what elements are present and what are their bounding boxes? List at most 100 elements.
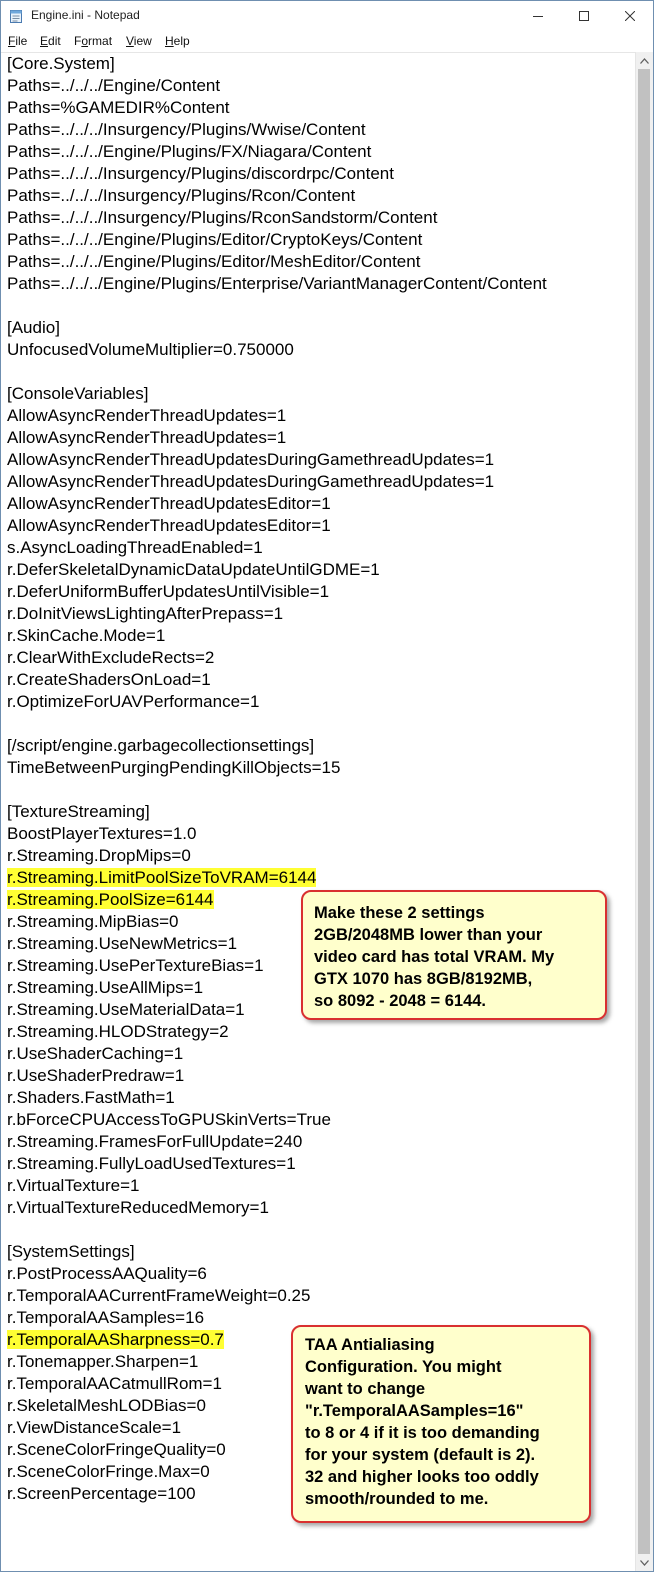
text-line-content: AllowAsyncRenderThreadUpdatesDuringGamet…: [7, 450, 495, 469]
title-bar[interactable]: Engine.ini - Notepad: [1, 1, 653, 31]
text-line[interactable]: r.VirtualTextureReducedMemory=1: [7, 1197, 547, 1219]
text-line[interactable]: [7, 295, 547, 317]
scroll-down-arrow-icon: [640, 1559, 649, 1566]
text-line-content: TimeBetweenPurgingPendingKillObjects=15: [7, 758, 341, 777]
text-line[interactable]: [Core.System]: [7, 53, 547, 75]
menu-help-label: elp: [173, 34, 190, 48]
text-line[interactable]: Paths=../../../Insurgency/Plugins/RconSa…: [7, 207, 547, 229]
text-line[interactable]: [ConsoleVariables]: [7, 383, 547, 405]
text-line-content: r.bForceCPUAccessToGPUSkinVerts=True: [7, 1110, 331, 1129]
text-line[interactable]: Paths=../../../Engine/Plugins/FX/Niagara…: [7, 141, 547, 163]
text-line-content: r.UseShaderPredraw=1: [7, 1066, 185, 1085]
text-line[interactable]: r.VirtualTexture=1: [7, 1175, 547, 1197]
text-line[interactable]: r.Streaming.LimitPoolSizeToVRAM=6144: [7, 867, 547, 889]
close-button[interactable]: [607, 1, 653, 31]
text-line-content: [/script/engine.garbagecollectionsetting…: [7, 736, 315, 755]
editor-text[interactable]: [Core.System] Paths=../../../Engine/Conte…: [7, 53, 547, 1505]
text-line-content: r.Streaming.HLODStrategy=2: [7, 1022, 229, 1041]
text-line[interactable]: Paths=../../../Insurgency/Plugins/discor…: [7, 163, 547, 185]
scrollbar-thumb[interactable]: [638, 69, 650, 1554]
menu-help[interactable]: Help: [165, 34, 190, 48]
text-line-content: Paths=../../../Insurgency/Plugins/Rcon/C…: [7, 186, 356, 205]
menu-view-accelerator: V: [126, 34, 134, 48]
text-line-content: Paths=../../../Engine/Plugins/Editor/Cry…: [7, 230, 423, 249]
text-line[interactable]: AllowAsyncRenderThreadUpdatesEditor=1: [7, 493, 547, 515]
text-line[interactable]: Paths=%GAMEDIR%Content: [7, 97, 547, 119]
scroll-down-button[interactable]: [636, 1554, 653, 1571]
menu-view[interactable]: View: [126, 34, 152, 48]
text-line[interactable]: [7, 779, 547, 801]
text-line[interactable]: [SystemSettings]: [7, 1241, 547, 1263]
text-line[interactable]: BoostPlayerTextures=1.0: [7, 823, 547, 845]
menu-file[interactable]: File: [8, 34, 27, 48]
text-line[interactable]: Paths=../../../Engine/Content: [7, 75, 547, 97]
text-line[interactable]: r.Streaming.FullyLoadUsedTextures=1: [7, 1153, 547, 1175]
menu-format[interactable]: Format: [74, 34, 112, 48]
text-line[interactable]: AllowAsyncRenderThreadUpdates=1: [7, 405, 547, 427]
text-line[interactable]: r.Shaders.FastMath=1: [7, 1087, 547, 1109]
callout-text-line: video card has total VRAM. My: [314, 948, 555, 966]
menu-edit[interactable]: Edit: [40, 34, 61, 48]
text-line[interactable]: r.DeferUniformBufferUpdatesUntilVisible=…: [7, 581, 547, 603]
text-line-content: r.TemporalAACurrentFrameWeight=0.25: [7, 1286, 311, 1305]
text-line-content: UnfocusedVolumeMultiplier=0.750000: [7, 340, 294, 359]
text-line[interactable]: r.DeferSkeletalDynamicDataUpdateUntilGDM…: [7, 559, 547, 581]
text-line[interactable]: [TextureStreaming]: [7, 801, 547, 823]
text-line-content: Paths=../../../Engine/Plugins/Enterprise…: [7, 274, 547, 293]
text-line[interactable]: r.DoInitViewsLightingAfterPrepass=1: [7, 603, 547, 625]
text-line[interactable]: AllowAsyncRenderThreadUpdatesEditor=1: [7, 515, 547, 537]
text-line[interactable]: Paths=../../../Engine/Plugins/Editor/Mes…: [7, 251, 547, 273]
text-line-content: r.VirtualTexture=1: [7, 1176, 140, 1195]
text-line[interactable]: r.SkinCache.Mode=1: [7, 625, 547, 647]
text-line[interactable]: TimeBetweenPurgingPendingKillObjects=15: [7, 757, 547, 779]
callout-text-line: 32 and higher looks too oddly: [305, 1468, 539, 1486]
text-line-content: r.DeferUniformBufferUpdatesUntilVisible=…: [7, 582, 330, 601]
callout-text-line: so 8092 - 2048 = 6144.: [314, 992, 487, 1010]
text-line-content: r.Streaming.UseMaterialData=1: [7, 1000, 245, 1019]
text-line[interactable]: r.UseShaderPredraw=1: [7, 1065, 547, 1087]
text-line[interactable]: r.Streaming.HLODStrategy=2: [7, 1021, 547, 1043]
text-line-content: Paths=%GAMEDIR%Content: [7, 98, 230, 117]
text-line[interactable]: Paths=../../../Insurgency/Plugins/Wwise/…: [7, 119, 547, 141]
text-line-content: r.TemporalAASharpness=0.7: [7, 1330, 224, 1349]
text-line[interactable]: r.Streaming.DropMips=0: [7, 845, 547, 867]
text-line[interactable]: [Audio]: [7, 317, 547, 339]
notepad-icon: [10, 10, 22, 23]
text-line[interactable]: AllowAsyncRenderThreadUpdatesDuringGamet…: [7, 471, 547, 493]
text-line[interactable]: r.bForceCPUAccessToGPUSkinVerts=True: [7, 1109, 547, 1131]
text-line[interactable]: Paths=../../../Engine/Plugins/Editor/Cry…: [7, 229, 547, 251]
text-line[interactable]: UnfocusedVolumeMultiplier=0.750000: [7, 339, 547, 361]
callout-text-line: 2GB/2048MB lower than your: [314, 926, 543, 944]
text-line-content: r.Streaming.UseAllMips=1: [7, 978, 204, 997]
scroll-up-button[interactable]: [636, 52, 653, 69]
text-line[interactable]: s.AsyncLoadingThreadEnabled=1: [7, 537, 547, 559]
menu-bar: File Edit Format View Help: [1, 32, 653, 52]
text-line-content: r.Streaming.LimitPoolSizeToVRAM=6144: [7, 868, 317, 887]
text-line[interactable]: [7, 361, 547, 383]
text-line[interactable]: AllowAsyncRenderThreadUpdatesDuringGamet…: [7, 449, 547, 471]
text-line[interactable]: r.ClearWithExcludeRects=2: [7, 647, 547, 669]
text-line[interactable]: r.PostProcessAAQuality=6: [7, 1263, 547, 1285]
text-line-content: r.Shaders.FastMath=1: [7, 1088, 175, 1107]
text-line[interactable]: Paths=../../../Engine/Plugins/Enterprise…: [7, 273, 547, 295]
text-line-content: Paths=../../../Insurgency/Plugins/RconSa…: [7, 208, 438, 227]
window-title: Engine.ini - Notepad: [31, 8, 140, 22]
text-line-content: AllowAsyncRenderThreadUpdatesEditor=1: [7, 516, 331, 535]
text-line[interactable]: r.OptimizeForUAVPerformance=1: [7, 691, 547, 713]
text-line-content: r.Streaming.DropMips=0: [7, 846, 191, 865]
text-line[interactable]: r.Streaming.FramesForFullUpdate=240: [7, 1131, 547, 1153]
text-line-content: r.Streaming.UseNewMetrics=1: [7, 934, 238, 953]
maximize-button[interactable]: [561, 1, 607, 31]
text-line-content: Paths=../../../Insurgency/Plugins/Wwise/…: [7, 120, 366, 139]
text-line[interactable]: r.CreateShadersOnLoad=1: [7, 669, 547, 691]
text-line[interactable]: Paths=../../../Insurgency/Plugins/Rcon/C…: [7, 185, 547, 207]
text-line[interactable]: AllowAsyncRenderThreadUpdates=1: [7, 427, 547, 449]
text-line[interactable]: r.TemporalAACurrentFrameWeight=0.25: [7, 1285, 547, 1307]
text-line[interactable]: [7, 713, 547, 735]
text-line-content: BoostPlayerTextures=1.0: [7, 824, 197, 843]
text-line[interactable]: r.UseShaderCaching=1: [7, 1043, 547, 1065]
text-line[interactable]: [/script/engine.garbagecollectionsetting…: [7, 735, 547, 757]
text-line[interactable]: [7, 1219, 547, 1241]
minimize-button[interactable]: [515, 1, 561, 31]
vertical-scrollbar[interactable]: [635, 52, 653, 1571]
